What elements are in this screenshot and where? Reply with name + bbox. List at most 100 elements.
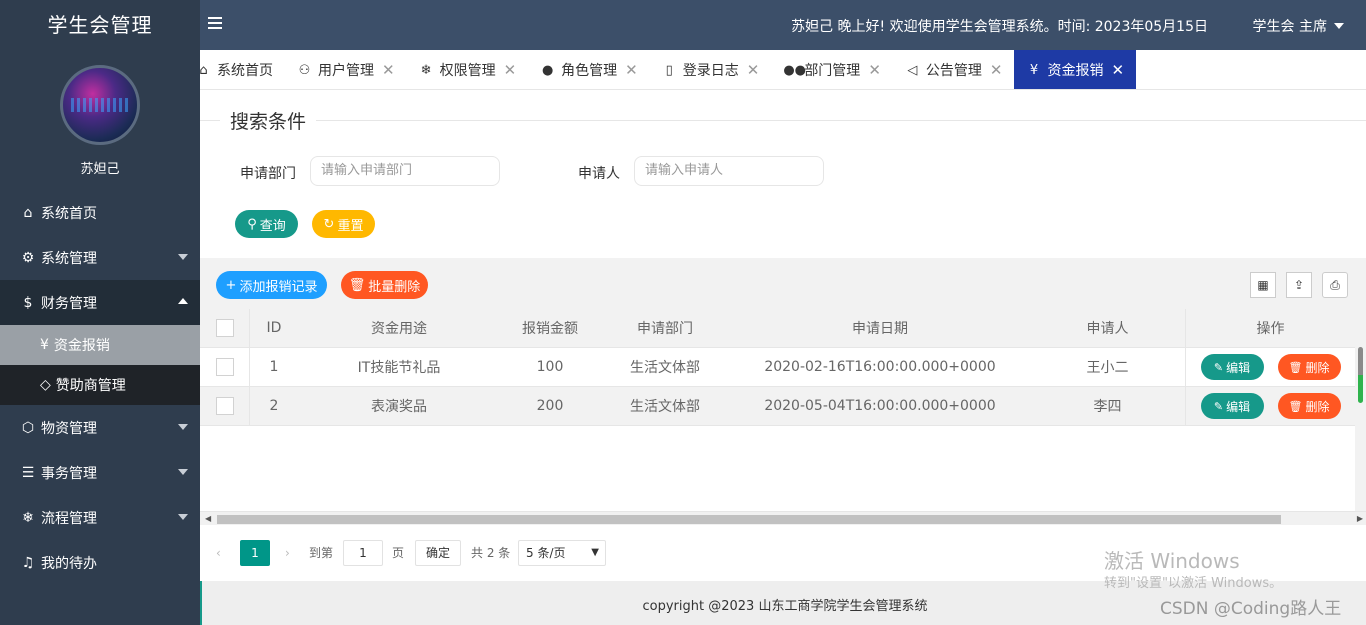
query-button[interactable]: ⚲ 查询: [235, 210, 298, 238]
batch-delete-button[interactable]: 🗑 批量删除: [341, 271, 428, 299]
col-id: ID: [266, 320, 282, 336]
tab-home[interactable]: ⌂ 系统首页: [200, 50, 285, 89]
next-page-icon[interactable]: ›: [285, 540, 290, 566]
page-label: 页: [392, 546, 405, 560]
sidebar-item-finance[interactable]: $ 财务管理: [0, 280, 200, 325]
sidebar-item-label: 系统管理: [41, 250, 97, 267]
user-menu[interactable]: 学生会 主席: [1253, 16, 1344, 36]
table-panel: + 添加报销记录 🗑 批量删除 ▦ ⇪ ⎙ ID 资金用途 报销金额 申请部门 …: [200, 258, 1366, 580]
row-checkbox[interactable]: [200, 348, 250, 386]
close-icon[interactable]: ✕: [382, 61, 395, 79]
page-current[interactable]: 1: [240, 540, 270, 566]
sidebar-item-home[interactable]: ⌂ 系统首页: [0, 190, 200, 235]
vertical-scrollbar[interactable]: [1355, 309, 1366, 513]
sidebar-item-label: 我的待办: [41, 555, 97, 572]
goto-confirm-button[interactable]: 确定: [415, 540, 461, 566]
sidebar-item-label: 流程管理: [41, 510, 97, 527]
person-icon: ●: [541, 62, 554, 78]
prev-page-icon[interactable]: ‹: [216, 540, 221, 566]
tab-users[interactable]: ⚇ 用户管理 ✕: [285, 50, 407, 89]
menu-toggle-icon[interactable]: [208, 17, 222, 32]
close-icon[interactable]: ✕: [625, 61, 638, 79]
goto-label: 到第: [309, 546, 334, 560]
snowflake-icon: ❄: [420, 62, 432, 78]
horizontal-scrollbar[interactable]: ◀ ▶: [200, 511, 1366, 525]
sidebar-item-label: 物资管理: [41, 420, 97, 437]
add-record-button[interactable]: + 添加报销记录: [216, 271, 327, 299]
cell-date: 2020-05-04T16:00:00.000+0000: [764, 398, 996, 414]
sidebar-username: 苏妲己: [80, 162, 120, 177]
table-empty-area: [200, 426, 1355, 513]
edit-button[interactable]: ✎ 编辑: [1200, 354, 1264, 380]
sidebar-item-reimbursement[interactable]: ¥ 资金报销: [0, 325, 200, 365]
snowflake-icon: ❄: [22, 509, 34, 526]
table-header: ID 资金用途 报销金额 申请部门 申请日期 申请人 操作: [200, 309, 1355, 348]
activate-windows-title: 激活 Windows: [1104, 549, 1240, 573]
tab-announcements[interactable]: ◁ 公告管理 ✕: [893, 50, 1015, 89]
tab-roles[interactable]: ● 角色管理 ✕: [528, 50, 650, 89]
close-icon[interactable]: ✕: [868, 61, 881, 79]
close-icon[interactable]: ✕: [1111, 61, 1124, 79]
top-bar: 苏妲己 晚上好! 欢迎使用学生会管理系统。时间: 2023年05月15日 学生会…: [200, 0, 1366, 50]
print-icon[interactable]: ⎙: [1322, 272, 1348, 298]
sliders-icon: ☰: [21, 464, 35, 481]
applicant-input[interactable]: 请输入申请人: [634, 156, 824, 186]
home-icon: ⌂: [23, 204, 33, 221]
tab-departments[interactable]: ●● 部门管理 ✕: [771, 50, 893, 89]
goto-page-input[interactable]: 1: [343, 540, 383, 566]
tab-permissions[interactable]: ❄ 权限管理 ✕: [407, 50, 529, 89]
user-icon: ⚇: [298, 62, 311, 78]
cell-purpose: 表演奖品: [371, 399, 427, 415]
sidebar: 学生会管理 苏妲己 ⌂ 系统首页 ⚙ 系统管理 $ 财务管理 ¥ 资金报销 ◇ …: [0, 0, 200, 625]
yen-icon: ¥: [1029, 62, 1039, 78]
sidebar-item-affairs[interactable]: ☰ 事务管理: [0, 450, 200, 495]
col-applicant: 申请人: [1086, 321, 1129, 337]
query-button-label: 查询: [259, 218, 286, 234]
csdn-watermark: CSDN @Coding路人王: [1160, 599, 1342, 619]
plus-icon: +: [225, 277, 237, 293]
applicant-label: 申请人: [578, 166, 620, 182]
delete-button[interactable]: 🗑 删除: [1277, 354, 1341, 380]
tab-label: 公告管理: [925, 63, 982, 79]
reset-button-label: 重置: [337, 218, 364, 234]
export-icon[interactable]: ⇪: [1286, 272, 1312, 298]
close-icon[interactable]: ✕: [504, 61, 517, 79]
sidebar-item-sponsors[interactable]: ◇ 赞助商管理: [0, 365, 200, 405]
tab-login-log[interactable]: ▯ 登录日志 ✕: [650, 50, 772, 89]
group-icon: ●●: [783, 62, 806, 78]
edit-button[interactable]: ✎ 编辑: [1200, 393, 1264, 419]
main-content: 搜索条件 申请部门 请输入申请部门 申请人 请输入申请人 ⚲ 查询 ↻ 重置 +…: [200, 91, 1366, 581]
file-icon: ▯: [665, 62, 673, 78]
tab-label: 用户管理: [318, 63, 374, 79]
scroll-left-icon[interactable]: ◀: [205, 514, 211, 523]
dept-input[interactable]: 请输入申请部门: [310, 156, 500, 186]
close-icon[interactable]: ✕: [990, 61, 1003, 79]
sidebar-item-materials[interactable]: ⬡ 物资管理: [0, 405, 200, 450]
greeting-text: 苏妲己 晚上好! 欢迎使用学生会管理系统。时间: 2023年05月15日: [791, 19, 1208, 35]
row-checkbox[interactable]: [200, 387, 250, 425]
add-record-label: 添加报销记录: [239, 279, 318, 295]
sidebar-item-label: 资金报销: [53, 338, 110, 354]
close-icon[interactable]: ✕: [747, 61, 760, 79]
scroll-thumb[interactable]: [217, 515, 1281, 524]
sidebar-item-system[interactable]: ⚙ 系统管理: [0, 235, 200, 280]
select-all-checkbox[interactable]: [200, 309, 250, 347]
table-row: 2 表演奖品 200 生活文体部 2020-05-04T16:00:00.000…: [200, 387, 1355, 426]
refresh-icon: ↻: [323, 216, 335, 232]
batch-delete-label: 批量删除: [368, 279, 421, 295]
chevron-down-icon: [178, 469, 188, 475]
bell-icon: ♫: [21, 554, 35, 571]
sidebar-item-process[interactable]: ❄ 流程管理: [0, 495, 200, 540]
scroll-right-icon[interactable]: ▶: [1357, 514, 1363, 523]
reset-button[interactable]: ↻ 重置: [312, 210, 375, 238]
cell-purpose: IT技能节礼品: [357, 360, 441, 376]
avatar[interactable]: [60, 65, 140, 145]
row-actions: ✎ 编辑 🗑 删除: [1185, 387, 1355, 425]
tab-reimbursement[interactable]: ¥ 资金报销 ✕: [1014, 50, 1137, 89]
col-amount: 报销金额: [522, 321, 578, 337]
columns-icon[interactable]: ▦: [1250, 272, 1276, 298]
delete-button[interactable]: 🗑 删除: [1277, 393, 1341, 419]
page-size-select[interactable]: 5 条/页 ▼: [518, 540, 606, 566]
pencil-icon: ✎: [1213, 399, 1224, 413]
sidebar-item-todo[interactable]: ♫ 我的待办: [0, 540, 200, 585]
